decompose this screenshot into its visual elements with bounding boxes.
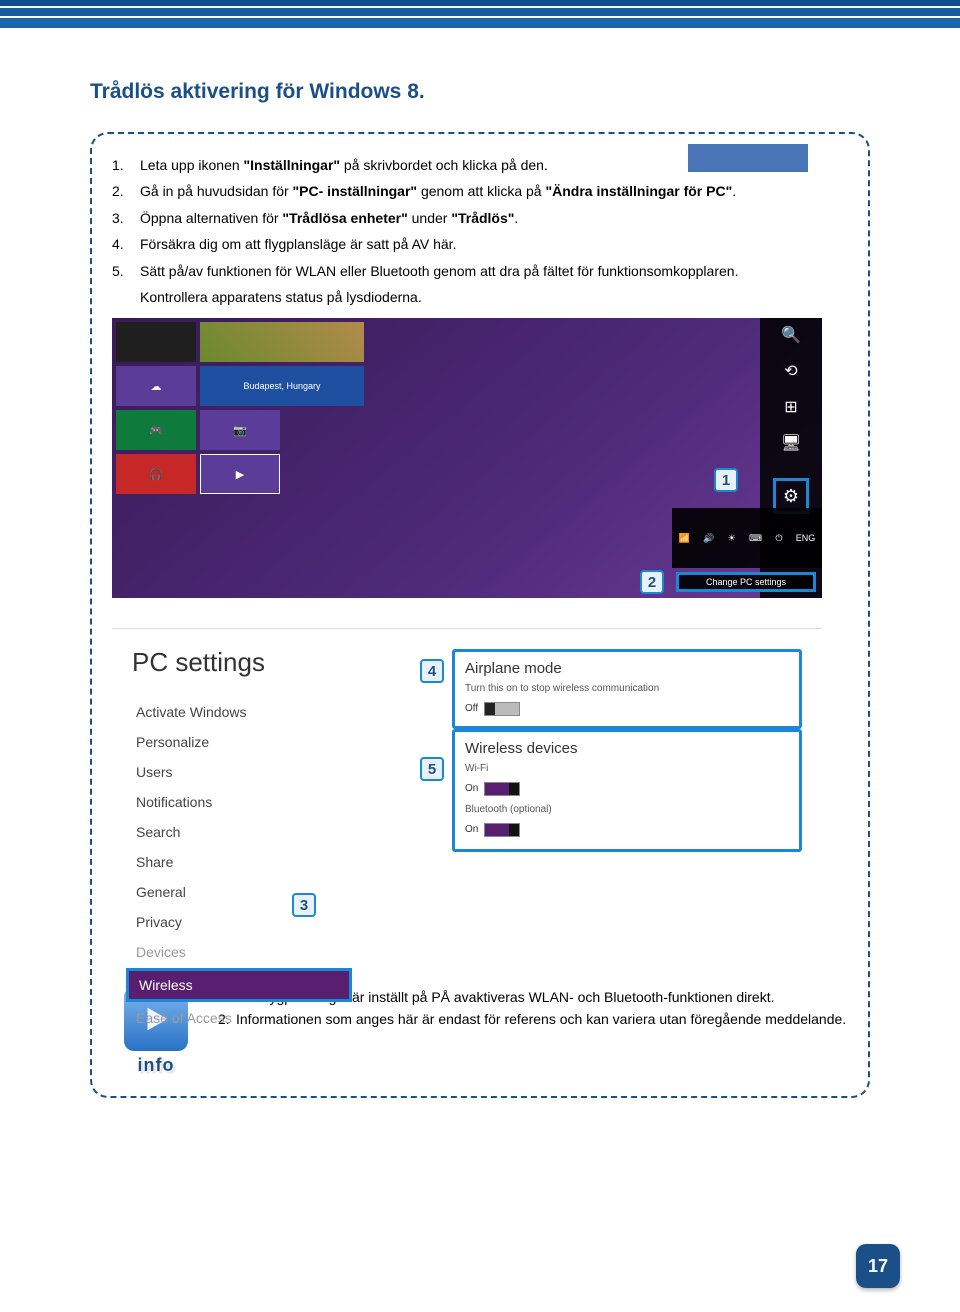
- nav-item[interactable]: General: [132, 878, 352, 906]
- nav-item[interactable]: Share: [132, 848, 352, 876]
- keyboard-icon[interactable]: ⌨: [749, 533, 762, 544]
- tile: Budapest, Hungary: [200, 366, 364, 406]
- nav-item-wireless[interactable]: Wireless: [126, 968, 352, 1002]
- nav-item[interactable]: Users: [132, 758, 352, 786]
- nav-item[interactable]: Ease of Access: [132, 1004, 352, 1032]
- page-number: 17: [856, 1244, 900, 1288]
- step-text: Försäkra dig om att flygplansläge är sat…: [140, 233, 456, 255]
- step-number: 1.: [112, 154, 140, 176]
- step-text: Öppna alternativen för "Trådlösa enheter…: [140, 207, 518, 229]
- nav-item[interactable]: Notifications: [132, 788, 352, 816]
- airplane-toggle[interactable]: Off: [465, 702, 520, 716]
- callout-4: 4: [420, 659, 444, 683]
- bt-toggle[interactable]: On: [465, 823, 520, 837]
- callout-1: 1: [714, 468, 738, 492]
- search-icon[interactable]: 🔍: [780, 324, 802, 346]
- nav-item[interactable]: Devices: [132, 938, 352, 966]
- step-tail: Kontrollera apparatens status på lysdiod…: [140, 286, 422, 308]
- tile: [200, 322, 364, 362]
- wifi-toggle[interactable]: On: [465, 782, 520, 796]
- lang-icon[interactable]: ENG: [796, 533, 816, 543]
- pc-settings-nav: PC settings Activate Windows Personalize…: [132, 647, 352, 1034]
- step-number: 5.: [112, 260, 140, 282]
- nav-item[interactable]: Search: [132, 818, 352, 846]
- settings-quick-panel: 📶 🔊 ☀ ⌨ ⏻ ENG: [672, 508, 822, 568]
- step-number: 4.: [112, 233, 140, 255]
- screenshot-start-screen: ☁ Budapest, Hungary 🎮 📷 🎧 ▶ 🔍 ⟲ ⊞ 🖥 ⚙: [112, 318, 822, 598]
- callout-2: 2: [640, 570, 664, 594]
- airplane-state: Off: [465, 703, 478, 714]
- nav-item[interactable]: Privacy: [132, 908, 352, 936]
- devices-icon[interactable]: 🖥: [780, 432, 802, 454]
- step-text: Sätt på/av funktionen för WLAN eller Blu…: [140, 260, 738, 282]
- nav-item[interactable]: Personalize: [132, 728, 352, 756]
- header-bars: [0, 0, 960, 28]
- screenshot-pc-settings: PC settings Activate Windows Personalize…: [112, 628, 822, 973]
- step-text: Leta upp ikonen "Inställningar" på skriv…: [140, 154, 548, 176]
- tile: ▶: [200, 454, 280, 494]
- callout-3: 3: [292, 893, 316, 917]
- share-icon[interactable]: ⟲: [780, 360, 802, 382]
- change-pc-settings-button[interactable]: Change PC settings: [676, 572, 816, 592]
- dashed-container: 1.Leta upp ikonen "Inställningar" på skr…: [90, 132, 870, 1098]
- tile: 📷: [200, 410, 280, 450]
- bt-state: On: [465, 824, 478, 835]
- start-icon[interactable]: ⊞: [780, 396, 802, 418]
- volume-icon[interactable]: 🔊: [703, 533, 714, 544]
- page-title: Trådlös aktivering för Windows 8.: [90, 80, 870, 104]
- wireless-devices-box: Wireless devices Wi-Fi On Bluetooth (opt…: [452, 729, 802, 852]
- bt-label: Bluetooth (optional): [465, 804, 789, 815]
- step-number: 3.: [112, 207, 140, 229]
- info-label: info: [112, 1055, 200, 1076]
- wireless-title: Wireless devices: [465, 740, 789, 757]
- wifi-icon[interactable]: 📶: [679, 533, 690, 544]
- step-text: Gå in på huvudsidan för "PC- inställning…: [140, 180, 736, 202]
- power-icon[interactable]: ⏻: [775, 533, 782, 544]
- wifi-label: Wi-Fi: [465, 763, 789, 774]
- accent-tab: [688, 144, 808, 172]
- tile: 🎧: [116, 454, 196, 494]
- step-number: 2.: [112, 180, 140, 202]
- airplane-desc: Turn this on to stop wireless communicat…: [465, 683, 789, 694]
- step-list: 1.Leta upp ikonen "Inställningar" på skr…: [112, 154, 848, 308]
- tile: 🎮: [116, 410, 196, 450]
- tile: [116, 322, 196, 362]
- brightness-icon[interactable]: ☀: [728, 533, 736, 544]
- airplane-title: Airplane mode: [465, 660, 789, 677]
- pc-settings-title: PC settings: [132, 647, 352, 678]
- nav-item[interactable]: Activate Windows: [132, 698, 352, 726]
- callout-5: 5: [420, 757, 444, 781]
- tile: ☁: [116, 366, 196, 406]
- wifi-state: On: [465, 783, 478, 794]
- airplane-mode-box: Airplane mode Turn this on to stop wirel…: [452, 649, 802, 729]
- step-number: [112, 286, 140, 308]
